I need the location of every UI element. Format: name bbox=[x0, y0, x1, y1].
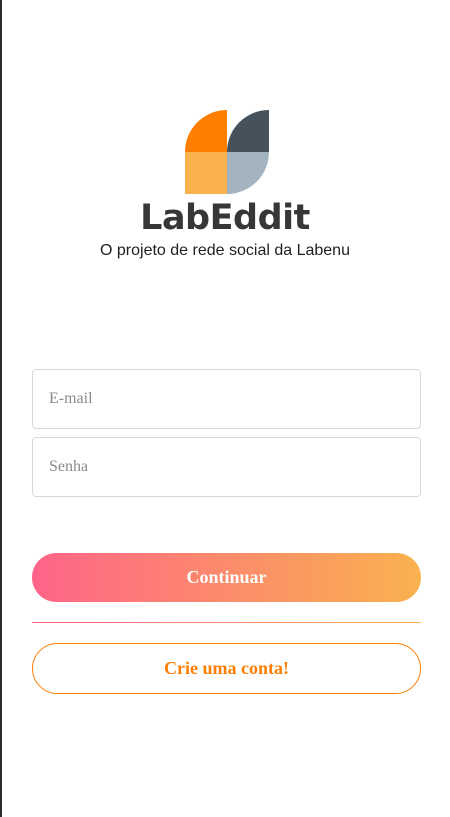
window-edge bbox=[0, 0, 2, 817]
continue-button[interactable]: Continuar bbox=[32, 553, 421, 602]
labeddit-logo-icon bbox=[185, 110, 269, 194]
create-account-button[interactable]: Crie uma conta! bbox=[32, 643, 421, 694]
divider bbox=[32, 622, 421, 623]
brand-subtitle: O projeto de rede social da Labenu bbox=[100, 242, 350, 259]
login-screen: LabEddit O projeto de rede social da Lab… bbox=[0, 0, 450, 817]
password-field[interactable] bbox=[32, 437, 421, 497]
email-field[interactable] bbox=[32, 369, 421, 429]
brand-title: LabEddit bbox=[140, 198, 310, 238]
